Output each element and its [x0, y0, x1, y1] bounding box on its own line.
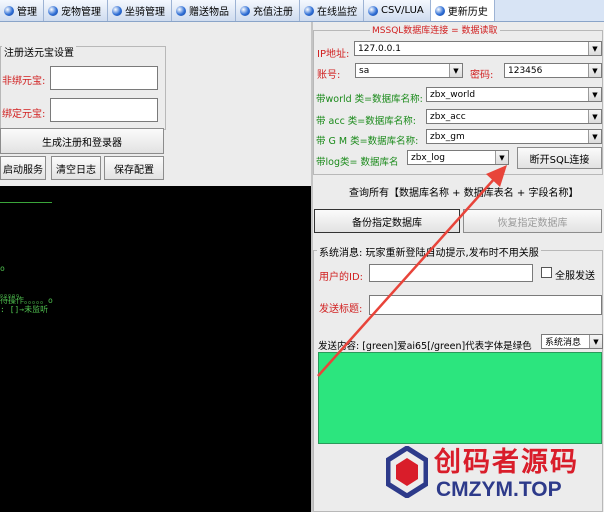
send-content-label: 发送内容: [green]爱ai65[/green]代表字体是绿色	[318, 341, 532, 352]
account-value: sa	[359, 65, 370, 76]
tab-label: 充值注册	[253, 7, 293, 18]
console-line: : []→未监听	[0, 305, 49, 314]
generate-register-login-button[interactable]: 生成注册和登录器	[0, 128, 164, 154]
chevron-down-icon[interactable]: ▼	[588, 110, 601, 123]
acc-db-value: zbx_acc	[430, 111, 466, 122]
tab-globe-icon	[4, 5, 14, 16]
world-db-label: 带world 类=数据库名称:	[316, 94, 423, 105]
cmzym-logo: 创码者源码 CMZYM.TOP	[386, 438, 604, 512]
tab-label: CSV/LUA	[381, 5, 424, 16]
chevron-down-icon[interactable]: ▼	[495, 151, 508, 164]
send-title-label: 发送标题:	[319, 304, 363, 315]
tab-item[interactable]: 充值注册	[236, 0, 300, 21]
tab-item[interactable]: CSV/LUA	[364, 0, 431, 21]
tab-label: 宠物管理	[61, 7, 101, 18]
disconnect-sql-button[interactable]: 断开SQL连接	[517, 147, 602, 169]
tab-item[interactable]: 更新历史	[430, 0, 495, 21]
tab-label: 赠送物品	[189, 7, 229, 18]
tab-item[interactable]: 在线监控	[300, 0, 364, 21]
tab-globe-icon	[368, 5, 378, 16]
user-id-label: 用户的ID:	[319, 272, 364, 283]
chevron-down-icon[interactable]: ▼	[588, 64, 601, 77]
send-title-input[interactable]	[369, 295, 602, 315]
chevron-down-icon[interactable]: ▼	[588, 88, 601, 101]
tab-item[interactable]: 宠物管理	[44, 0, 108, 21]
all-server-checkbox[interactable]	[541, 267, 552, 278]
account-select[interactable]: sa ▼	[355, 63, 463, 78]
log-db-label: 带log类= 数据库名	[316, 157, 399, 168]
password-select[interactable]: 123456 ▼	[504, 63, 602, 78]
tab-globe-icon	[304, 5, 314, 16]
chevron-down-icon[interactable]: ▼	[588, 42, 601, 55]
account-label: 账号:	[317, 70, 341, 81]
system-message-title: 系统消息: 玩家重新登陆自动提示,发布时不用关服	[317, 244, 541, 259]
tab-globe-icon	[48, 5, 58, 16]
log-console: o 。。。。。 待操作。。。。。o : []→未监听	[0, 186, 311, 512]
tab-label: 在线监控	[317, 7, 357, 18]
tab-label: 坐骑管理	[125, 7, 165, 18]
query-all-link[interactable]: 查询所有【数据库名称 + 数据库表名 + 字段名称】	[349, 184, 578, 199]
tab-item[interactable]: 赠送物品	[172, 0, 236, 21]
gm-db-value: zbx_gm	[430, 131, 465, 142]
chevron-down-icon[interactable]: ▼	[449, 64, 462, 77]
bound-ingot-input[interactable]	[50, 98, 158, 122]
ip-select[interactable]: 127.0.0.1 ▼	[354, 41, 602, 56]
mssql-group-title: MSSQL数据库连接 = 数据读取	[370, 23, 500, 36]
clear-log-button[interactable]: 清空日志	[51, 156, 101, 180]
console-underline	[0, 202, 52, 203]
all-server-label: 全服发送	[555, 271, 595, 282]
nonbound-ingot-label: 非绑元宝:	[2, 76, 46, 87]
bound-ingot-label: 绑定元宝:	[2, 109, 46, 120]
logo-cn-text: 创码者源码	[434, 447, 579, 478]
log-db-value: zbx_log	[411, 152, 445, 163]
backup-database-button[interactable]: 备份指定数据库	[314, 209, 460, 233]
password-value: 123456	[508, 65, 543, 76]
logo-mark-icon	[386, 446, 428, 498]
reward-settings-title: 注册送元宝设置	[2, 44, 76, 59]
tab-globe-icon	[434, 5, 445, 16]
message-type-select[interactable]: 系统消息 ▼	[541, 334, 603, 349]
world-db-value: zbx_world	[430, 89, 476, 100]
chevron-down-icon[interactable]: ▼	[589, 335, 602, 348]
tab-strip: 管理 宠物管理 坐骑管理 赠送物品 充值注册 在线监控 CSV/LUA 更新历史	[0, 0, 604, 22]
save-config-button[interactable]: 保存配置	[104, 156, 164, 180]
ip-label: IP地址:	[317, 49, 350, 60]
tab-label: 管理	[17, 7, 37, 18]
tab-label: 更新历史	[447, 7, 488, 18]
password-label: 密码:	[470, 70, 494, 81]
acc-db-select[interactable]: zbx_acc ▼	[426, 109, 602, 124]
log-db-select[interactable]: zbx_log ▼	[407, 150, 509, 165]
message-type-value: 系统消息	[545, 338, 582, 348]
start-service-button[interactable]: 启动服务	[0, 156, 46, 180]
console-line: o	[0, 264, 5, 273]
world-db-select[interactable]: zbx_world ▼	[426, 87, 602, 102]
acc-db-label: 带 acc 类=数据库名称:	[316, 116, 416, 127]
gm-db-label: 带 G M 类=数据库名称:	[316, 136, 419, 147]
restore-database-button[interactable]: 恢复指定数据库	[463, 209, 602, 233]
ip-value: 127.0.0.1	[358, 43, 401, 54]
tab-item[interactable]: 管理	[0, 0, 44, 21]
chevron-down-icon[interactable]: ▼	[588, 130, 601, 143]
tab-globe-icon	[240, 5, 250, 16]
tab-globe-icon	[112, 5, 122, 16]
nonbound-ingot-input[interactable]	[50, 66, 158, 90]
user-id-input[interactable]	[369, 264, 533, 282]
message-content-textarea[interactable]	[318, 352, 602, 444]
logo-en-text: CMZYM.TOP	[436, 478, 562, 501]
tab-item[interactable]: 坐骑管理	[108, 0, 172, 21]
tab-globe-icon	[176, 5, 186, 16]
gm-db-select[interactable]: zbx_gm ▼	[426, 129, 602, 144]
